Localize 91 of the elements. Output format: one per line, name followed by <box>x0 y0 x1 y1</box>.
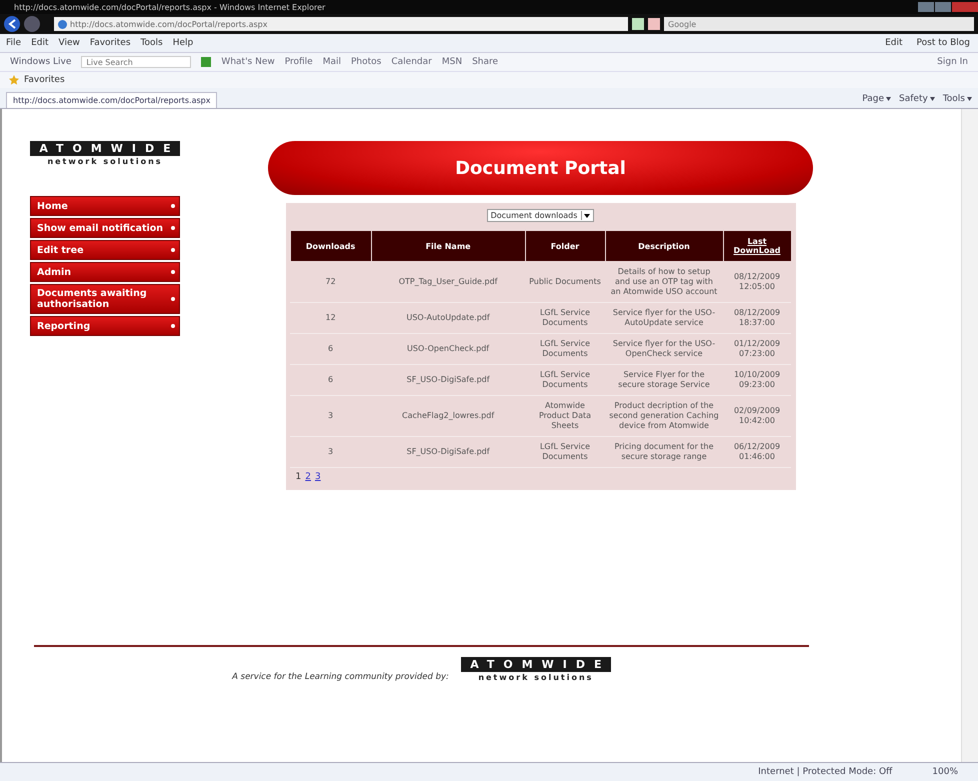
logo-wordmark: ATOMWIDE <box>30 141 180 156</box>
nav-item[interactable]: Admin <box>30 262 180 282</box>
menu-item[interactable]: Favorites <box>90 38 131 48</box>
toolbar-button[interactable]: Edit <box>883 38 905 48</box>
menu-item[interactable]: Tools <box>140 38 163 48</box>
menu-item[interactable]: File <box>6 38 22 48</box>
table-cell: 12 <box>290 302 372 334</box>
column-header: Folder <box>525 230 605 262</box>
table-cell: SF_USO-DigiSafe.pdf <box>371 364 525 396</box>
column-header: Description <box>605 230 723 262</box>
table-cell: Service flyer for the USO-OpenCheck service <box>605 334 723 364</box>
table-cell: LGfL Service Documents <box>525 302 605 334</box>
toolbar-link[interactable]: MSN <box>442 57 462 67</box>
caret-icon <box>886 97 892 101</box>
toolbar-link[interactable]: Photos <box>351 57 382 67</box>
toolbar-label: Windows Live <box>10 57 72 67</box>
stop-button[interactable] <box>648 18 660 30</box>
table-cell: 3 <box>290 396 372 436</box>
table-cell: 6 <box>290 334 372 364</box>
toolbar-link[interactable]: Mail <box>322 57 341 67</box>
live-search-field[interactable]: Live Search <box>81 56 192 68</box>
table-cell: Service flyer for the USO-AutoUpdate service <box>605 302 723 334</box>
command-button[interactable]: Tools <box>942 94 972 108</box>
table-cell: 3 <box>290 436 372 468</box>
table-cell: Atomwide Product Data Sheets <box>525 396 605 436</box>
toolbar-link[interactable]: Profile <box>284 57 313 67</box>
nav-item[interactable]: Documents awaiting authorisation <box>30 284 180 314</box>
refresh-button[interactable] <box>632 18 644 30</box>
table-cell: USO-OpenCheck.pdf <box>371 334 525 364</box>
page-banner: Document Portal <box>268 141 813 195</box>
report-dropdown[interactable]: Document downloads <box>486 209 594 222</box>
table-cell: LGfL Service Documents <box>525 334 605 364</box>
table-cell: Details of how to setup and use an OTP tag with an Atomwide USO account <box>605 262 723 302</box>
search-go-icon[interactable] <box>201 57 212 67</box>
footer-text: A service for the Learning community provided by: <box>232 672 449 682</box>
address-field[interactable]: http://docs.atomwide.com/docPortal/reports.aspx <box>54 17 628 31</box>
menu-item[interactable]: Help <box>172 38 194 48</box>
table-cell: 72 <box>290 262 372 302</box>
logo-wordmark: ATOMWIDE <box>460 657 611 672</box>
zoom-level[interactable]: 100% <box>932 767 958 777</box>
favorites-button[interactable]: Favorites <box>24 75 65 85</box>
maximize-button[interactable] <box>935 2 951 12</box>
page-link[interactable]: 3 <box>314 472 321 482</box>
table-cell: CacheFlag2_lowres.pdf <box>371 396 525 436</box>
browser-tab[interactable]: http://docs.atomwide.com/docPortal/reports.aspx <box>6 92 218 108</box>
nav-item[interactable]: Reporting <box>30 316 180 336</box>
back-button[interactable] <box>4 16 20 32</box>
table-cell: 01/12/2009 07:23:00 <box>723 334 791 364</box>
caret-icon <box>584 214 590 218</box>
page-link[interactable]: 1 <box>296 472 302 482</box>
minimize-button[interactable] <box>918 2 934 12</box>
toolbar-link[interactable]: Calendar <box>391 57 432 67</box>
toolbar-button[interactable]: Post to Blog <box>914 38 972 48</box>
table-cell: Public Documents <box>525 262 605 302</box>
nav-item[interactable]: Show email notification <box>30 218 180 238</box>
table-cell: 6 <box>290 364 372 396</box>
search-field[interactable]: Google <box>664 17 974 31</box>
command-button[interactable]: Page <box>862 94 892 108</box>
column-header: Downloads <box>290 230 372 262</box>
caret-icon <box>930 97 935 101</box>
table-cell: Pricing document for the secure storage range <box>605 436 723 468</box>
column-header[interactable]: Last DownLoad <box>723 230 791 262</box>
close-button[interactable] <box>952 2 978 12</box>
table-cell: Service Flyer for the secure storage Service <box>605 364 723 396</box>
table-cell: OTP_Tag_User_Guide.pdf <box>371 262 525 302</box>
status-text: Internet | Protected Mode: Off <box>758 767 892 777</box>
logo-tagline: network solutions <box>478 673 594 682</box>
menu-item[interactable]: Edit <box>31 38 48 48</box>
menu-item[interactable]: View <box>58 38 80 48</box>
page-link[interactable]: 2 <box>305 472 311 482</box>
toolbar-link[interactable]: Share <box>472 57 498 67</box>
toolbar-link[interactable]: What's New <box>221 57 275 67</box>
logo-tagline: network solutions <box>47 157 163 166</box>
nav-item[interactable]: Home <box>30 196 180 216</box>
table-cell: 08/12/2009 12:05:00 <box>723 262 791 302</box>
star-icon <box>8 74 20 86</box>
caret-icon <box>967 97 972 101</box>
column-header: File Name <box>371 230 525 262</box>
table-cell: LGfL Service Documents <box>525 436 605 468</box>
nav-item[interactable]: Edit tree <box>30 240 180 260</box>
table-cell: LGfL Service Documents <box>525 364 605 396</box>
table-cell: 02/09/2009 10:42:00 <box>723 396 791 436</box>
table-cell: SF_USO-DigiSafe.pdf <box>371 436 525 468</box>
table-cell: USO-AutoUpdate.pdf <box>371 302 525 334</box>
table-cell: 06/12/2009 01:46:00 <box>723 436 791 468</box>
command-button[interactable]: Safety <box>899 94 935 108</box>
table-cell: 10/10/2009 09:23:00 <box>723 364 791 396</box>
table-cell: 08/12/2009 18:37:00 <box>723 302 791 334</box>
window-title: http://docs.atomwide.com/docPortal/reports.aspx - Windows Internet Explorer <box>14 2 326 12</box>
sign-in-link[interactable]: Sign In <box>937 57 968 67</box>
table-cell: Product decription of the second generation Caching device from Atomwide <box>605 396 723 436</box>
